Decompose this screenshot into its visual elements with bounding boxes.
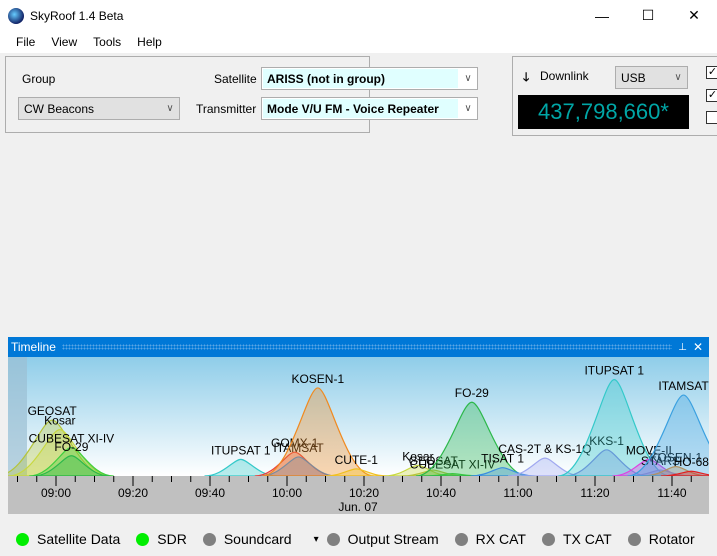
- menu-tools[interactable]: Tools: [85, 35, 129, 49]
- status-led: [16, 532, 29, 546]
- pin-icon[interactable]: ⊥: [678, 342, 687, 353]
- status-satellite-data[interactable]: Satellite Data: [37, 531, 120, 547]
- status-led: [136, 532, 150, 546]
- tick-label: 10:40: [426, 486, 456, 500]
- pass-label: CUTE-1: [335, 453, 379, 467]
- status-bar: Satellite Data SDR Soundcard ▾ Output Stream…: [0, 528, 717, 550]
- tick-label: 11:40: [657, 486, 686, 500]
- checkbox-3[interactable]: [706, 111, 717, 124]
- pass-label: KOSEN-1: [291, 372, 344, 386]
- satellite-dropdown[interactable]: ARISS (not in group) ∨: [261, 67, 478, 90]
- drag-grip[interactable]: [61, 344, 673, 350]
- timeline-title: Timeline: [11, 340, 56, 354]
- chevron-down-icon: ∨: [674, 72, 682, 83]
- tick-label: 10:20: [349, 486, 379, 500]
- menu-file[interactable]: File: [0, 35, 43, 49]
- timeline-chart: GEOSATKosarCUBESAT XI-IVFO-29 ITUPSAT 1GO…: [8, 357, 709, 514]
- menu-help[interactable]: Help: [129, 35, 170, 49]
- minimize-button[interactable]: —: [579, 0, 625, 31]
- timeline-header: Timeline ⊥ ✕: [8, 337, 709, 357]
- arrow-down-icon: 🡓: [523, 70, 530, 84]
- pass-label: ITAMSAT: [658, 379, 709, 393]
- tick-label: 09:20: [118, 486, 148, 500]
- pass-label: CAS-2T & KS-1Q: [498, 442, 591, 456]
- status-led: [541, 532, 555, 546]
- checkbox-2[interactable]: ✓: [706, 89, 717, 102]
- tick-label: 10:00: [272, 486, 302, 500]
- pass-label: FO-29: [54, 440, 88, 454]
- pass-label: ITUPSAT 1: [211, 443, 271, 457]
- menu-view[interactable]: View: [43, 35, 85, 49]
- pass-label: ITUPSAT 1: [584, 364, 644, 378]
- status-rx-cat[interactable]: RX CAT: [476, 531, 526, 547]
- status-rotator[interactable]: Rotator: [649, 531, 695, 547]
- status-led: [627, 532, 641, 546]
- maximize-button[interactable]: ☐: [625, 0, 671, 31]
- downlink-label: Downlink: [540, 69, 589, 83]
- frequency-display[interactable]: 437,798,660*: [518, 95, 689, 129]
- soundcard-dropdown-icon[interactable]: ▾: [314, 534, 319, 545]
- status-sdr[interactable]: SDR: [157, 531, 187, 547]
- satellite-value: ARISS (not in group): [263, 69, 458, 88]
- transmitter-dropdown[interactable]: Mode V/U FM - Voice Repeater ∨: [261, 97, 478, 120]
- pass-label: FO-29: [455, 386, 489, 400]
- group-dropdown[interactable]: CW Beacons ∨: [18, 97, 180, 120]
- status-output-stream[interactable]: Output Stream: [348, 531, 439, 547]
- window-title: SkyRoof 1.4 Beta: [30, 8, 124, 23]
- tick-label: 09:40: [195, 486, 225, 500]
- status-tx-cat[interactable]: TX CAT: [563, 531, 612, 547]
- close-button[interactable]: ✕: [671, 0, 717, 31]
- group-value: CW Beacons: [24, 101, 95, 116]
- pass-label: Kosar: [44, 414, 75, 428]
- transmitter-value: Mode V/U FM - Voice Repeater: [263, 99, 458, 118]
- chevron-down-icon: ∨: [464, 73, 472, 84]
- satellite-label: Satellite: [214, 72, 257, 86]
- mode-value: USB: [621, 70, 646, 85]
- tick-label: 11:20: [580, 486, 609, 500]
- tick-label: 11:00: [503, 486, 532, 500]
- checkbox-1[interactable]: ✓: [706, 66, 717, 79]
- chevron-down-icon: ∨: [166, 103, 174, 114]
- status-led: [454, 532, 468, 546]
- mode-dropdown[interactable]: USB ∨: [615, 66, 688, 89]
- timeline-close-icon[interactable]: ✕: [693, 340, 703, 354]
- menu-bar: File View Tools Help: [0, 31, 717, 53]
- status-soundcard[interactable]: Soundcard: [224, 531, 292, 547]
- tick-label: 09:00: [41, 486, 71, 500]
- status-led: [326, 532, 340, 546]
- pass-label: HO-68: [674, 455, 709, 469]
- chevron-down-icon: ∨: [464, 103, 472, 114]
- group-label: Group: [22, 72, 56, 86]
- transmitter-label: Transmitter: [196, 102, 257, 116]
- timeline-date: Jun. 07: [338, 500, 378, 514]
- title-bar: SkyRoof 1.4 Beta — ☐ ✕: [0, 0, 717, 31]
- app-icon: [8, 7, 24, 24]
- status-led: [202, 532, 216, 546]
